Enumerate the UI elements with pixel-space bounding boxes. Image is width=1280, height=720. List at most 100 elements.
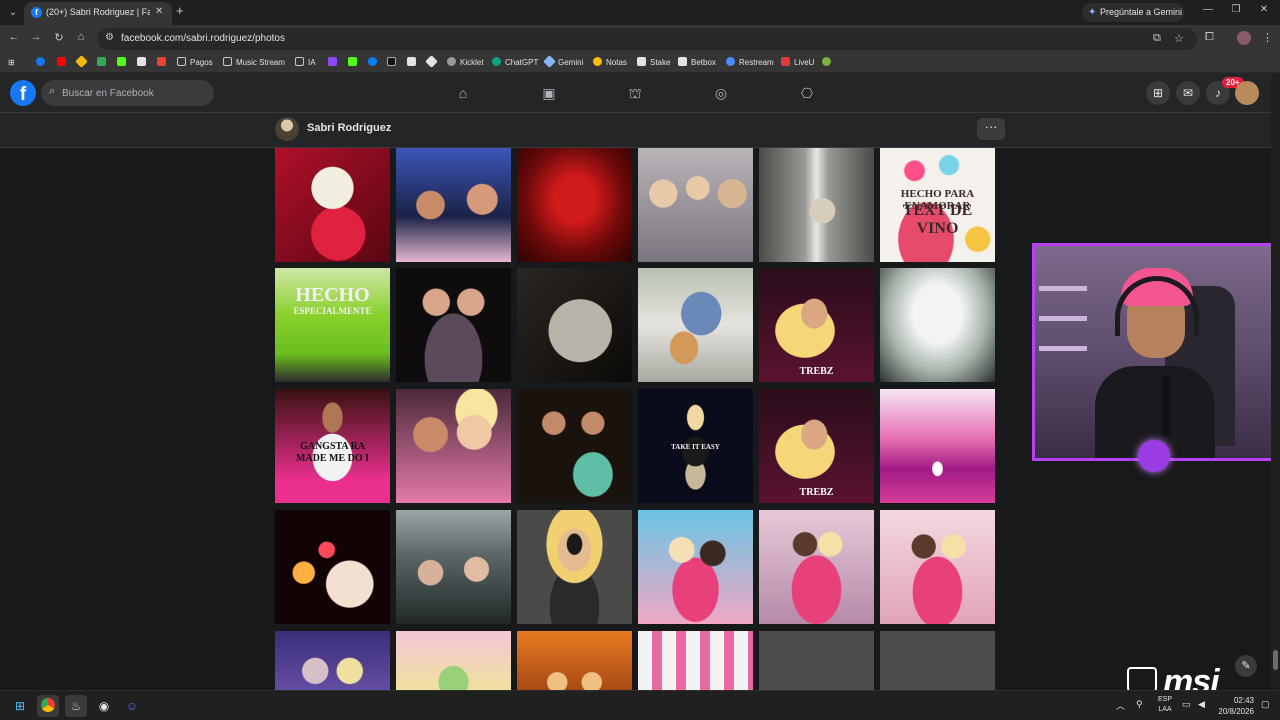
bookmark-stake[interactable]: Stake bbox=[637, 56, 670, 70]
bookmark-chatgpt[interactable]: ChatGPT bbox=[492, 56, 538, 70]
minimize-icon[interactable]: — bbox=[1198, 4, 1218, 15]
facebook-logo-icon[interactable]: f bbox=[10, 80, 36, 106]
steam-taskbar-icon[interactable]: ♨ bbox=[65, 695, 87, 717]
photo-concert[interactable] bbox=[880, 389, 995, 503]
profile-name[interactable]: Sabri Rodriguez bbox=[307, 122, 391, 134]
tab-search-icon[interactable]: ⌄ bbox=[4, 4, 22, 22]
network-icon[interactable]: ▭ bbox=[1182, 699, 1191, 710]
marketplace-nav-icon[interactable]: ⛫ bbox=[626, 84, 644, 102]
chrome-menu-icon[interactable]: ⋮ bbox=[1262, 31, 1273, 44]
extensions-puzzle-icon[interactable]: ⧠ bbox=[1205, 31, 1214, 44]
photo-take-it-easy[interactable]: TAKE IT EASY bbox=[638, 389, 753, 503]
photo-orange-stage[interactable] bbox=[517, 631, 632, 690]
photo-gangsta-shirt[interactable]: GANGSTA RA MADE ME DO I bbox=[275, 389, 390, 503]
bookmark-notas[interactable]: Notas bbox=[593, 56, 627, 70]
photo-two-friends-sky[interactable] bbox=[396, 510, 511, 624]
profile-avatar[interactable] bbox=[275, 117, 299, 141]
bookmark-twitch-icon[interactable] bbox=[328, 56, 341, 70]
photo-selfie-pink[interactable] bbox=[396, 389, 511, 503]
more-options-button[interactable]: ··· bbox=[977, 118, 1005, 140]
photo-blonde-2[interactable]: TREBZ bbox=[759, 389, 874, 503]
chrome-taskbar-icon[interactable] bbox=[37, 695, 59, 717]
forward-arrow-icon[interactable]: → bbox=[28, 31, 44, 43]
new-tab-plus-icon[interactable]: + bbox=[176, 3, 184, 18]
facebook-search[interactable]: ⌕ bbox=[41, 80, 214, 106]
reels-nav-icon[interactable]: ▣ bbox=[540, 84, 558, 102]
tray-app-icon[interactable]: ⚲ bbox=[1136, 699, 1143, 710]
bookmark-liveu[interactable]: LiveU bbox=[781, 56, 814, 70]
site-info-icon[interactable]: ⚙ bbox=[105, 32, 114, 43]
photo-loading-placeholder[interactable] bbox=[759, 631, 874, 690]
bookmark-facebook-icon[interactable] bbox=[36, 56, 49, 70]
tab-facebook[interactable]: f (20+) Sabri Rodriguez | Faceboo ✕ bbox=[24, 2, 172, 25]
bookmark-folder-music-stream[interactable]: Music Stream bbox=[223, 56, 285, 70]
bookmark-gmail-icon[interactable] bbox=[157, 56, 170, 70]
bookmark-kick-icon[interactable] bbox=[117, 56, 130, 70]
bookmark-diamond-icon[interactable] bbox=[425, 55, 440, 70]
photo-group-pink[interactable] bbox=[638, 631, 753, 690]
photo-purple-night[interactable] bbox=[275, 631, 390, 690]
photo-cats-chair[interactable] bbox=[638, 268, 753, 382]
account-avatar[interactable] bbox=[1235, 81, 1259, 105]
bookmark-folder-pagos[interactable]: Pagos bbox=[177, 56, 213, 70]
photo-cat-tree[interactable] bbox=[759, 148, 874, 262]
photo-three-friends[interactable] bbox=[638, 148, 753, 262]
address-bar[interactable]: ⚙ facebook.com/sabri.rodriguez/photos ⧉ … bbox=[97, 28, 1197, 50]
scrollbar-thumb[interactable] bbox=[1273, 650, 1278, 670]
home-icon[interactable]: ⌂ bbox=[73, 31, 89, 43]
home-nav-icon[interactable]: ⌂ bbox=[454, 84, 472, 102]
photo-pink-vests-1[interactable] bbox=[638, 510, 753, 624]
ask-gemini-button[interactable]: ✦ Pregúntale a Gemini bbox=[1082, 3, 1184, 22]
photo-mcdonalds-box[interactable]: HECHO ESPECIALMENTE bbox=[275, 268, 390, 382]
bookmark-kicklet[interactable]: Kicklet bbox=[447, 56, 484, 70]
groups-nav-icon[interactable]: ◎ bbox=[712, 84, 730, 102]
photo-masquerade[interactable] bbox=[517, 510, 632, 624]
photo-two-friends-night[interactable] bbox=[396, 268, 511, 382]
bookmark-folder-ia[interactable]: IA bbox=[295, 56, 316, 70]
bookmark-star-icon[interactable]: ☆ bbox=[1174, 32, 1184, 45]
photo-red-dark[interactable] bbox=[517, 148, 632, 262]
obs-taskbar-icon[interactable]: ◉ bbox=[93, 695, 115, 717]
photo-pink-vests-2[interactable] bbox=[759, 510, 874, 624]
bookmark-restream[interactable]: Restream bbox=[726, 56, 774, 70]
messenger-icon[interactable]: ✉ bbox=[1176, 81, 1200, 105]
photo-party-cake[interactable] bbox=[396, 631, 511, 690]
bookmark-youtube-icon[interactable] bbox=[57, 56, 70, 70]
maximize-icon[interactable]: ❐ bbox=[1226, 4, 1246, 15]
bookmark-kick2-icon[interactable] bbox=[348, 56, 361, 70]
windows-start-icon[interactable]: ⊞ bbox=[9, 695, 31, 717]
system-clock[interactable]: 02:43 20/8/2026 bbox=[1218, 695, 1254, 717]
volume-icon[interactable]: ◀ bbox=[1198, 699, 1205, 710]
photo-friends-1[interactable] bbox=[396, 148, 511, 262]
photo-teddy-bear[interactable] bbox=[275, 148, 390, 262]
photo-loading-placeholder[interactable] bbox=[880, 631, 995, 690]
bookmark-tiktok-icon[interactable] bbox=[387, 56, 400, 70]
photo-cat-lying[interactable] bbox=[517, 268, 632, 382]
photo-foam-party[interactable] bbox=[880, 268, 995, 382]
apps-grid-icon[interactable]: ⊞ bbox=[8, 56, 15, 70]
tray-chevron-icon[interactable]: ︿ bbox=[1116, 699, 1125, 712]
photo-blonde-1[interactable]: TREBZ bbox=[759, 268, 874, 382]
page-scrollbar[interactable] bbox=[1271, 73, 1280, 690]
bookmark-betbox[interactable]: Betbox bbox=[678, 56, 716, 70]
back-arrow-icon[interactable]: ← bbox=[6, 31, 22, 43]
photo-two-friends-dress[interactable] bbox=[517, 389, 632, 503]
photo-pink-vests-3[interactable] bbox=[880, 510, 995, 624]
install-app-icon[interactable]: ⧉ bbox=[1153, 32, 1161, 45]
bookmark-meta-icon[interactable] bbox=[368, 56, 381, 70]
window-close-icon[interactable]: ✕ bbox=[1254, 4, 1274, 15]
bookmark-check-icon[interactable] bbox=[822, 56, 835, 70]
bookmark-p-icon[interactable] bbox=[137, 56, 150, 70]
bookmark-x-icon[interactable] bbox=[407, 56, 420, 70]
photo-party-lights[interactable] bbox=[275, 510, 390, 624]
bookmark-gemini[interactable]: Gemini bbox=[543, 55, 583, 70]
discord-taskbar-icon[interactable]: ☺ bbox=[121, 695, 143, 717]
bookmark-binance-icon[interactable] bbox=[75, 55, 90, 70]
notifications-tray-icon[interactable]: ▢ bbox=[1261, 699, 1270, 710]
chrome-profile-avatar[interactable] bbox=[1237, 31, 1251, 45]
reload-icon[interactable]: ↻ bbox=[51, 31, 67, 44]
tab-close-icon[interactable]: ✕ bbox=[155, 6, 163, 17]
photo-valentine[interactable]: HECHO PARA ENAMORAR TEXT DE VINO bbox=[880, 148, 995, 262]
menu-grid-icon[interactable]: ⊞ bbox=[1146, 81, 1170, 105]
search-input[interactable] bbox=[62, 84, 207, 102]
